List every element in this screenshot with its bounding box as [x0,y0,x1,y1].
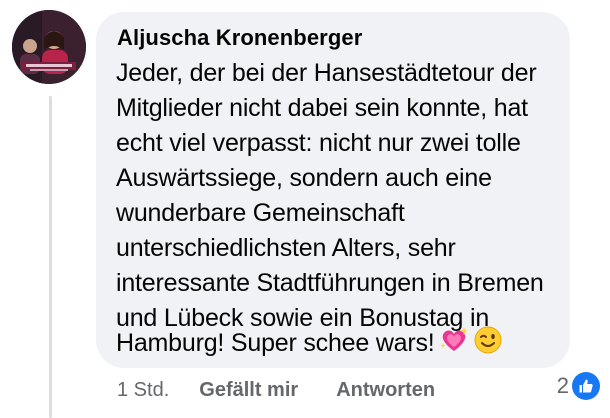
reply-button[interactable]: Antworten [336,379,435,402]
sparkling-heart-icon [439,325,469,362]
comment-timestamp[interactable]: 1 Std. [117,379,169,402]
comment-text-line: Hamburg! Super schee wars! [116,328,435,357]
comment-text-line: wunderbare Gemeinschaft [116,199,405,227]
avatar[interactable] [12,10,86,84]
avatar-photo [12,10,86,84]
comment-actions: 1 Std. Gefällt mir Antworten [117,375,473,405]
comment-text-line: echt viel verpasst: nicht nur zwei tolle [116,129,521,157]
comment-text-line: interessante Stadtführungen in Bremen [116,269,544,297]
like-button[interactable]: Gefällt mir [199,379,298,402]
comment-last-line: Hamburg! Super schee wars! [116,325,503,361]
comment-text-line: unterschiedlichsten Alters, sehr [116,234,456,262]
reaction-count: 2 [556,373,569,398]
comment-author[interactable]: Aljuscha Kronenberger [117,25,362,51]
comment-text-line: Jeder, der bei der Hansestädtetour der [116,59,537,87]
comment-text-line: Mitglieder nicht dabei sein konnte, hat [116,94,528,122]
reaction-summary[interactable]: 2 [557,372,600,400]
thumbs-up-icon [572,372,600,400]
comment-bubble: Aljuscha Kronenberger Jeder, der bei der… [96,12,570,368]
thread-line [49,96,52,418]
comment-text-line: Auswärtssiege, sondern auch eine [116,164,492,192]
winking-face-icon [473,325,503,362]
